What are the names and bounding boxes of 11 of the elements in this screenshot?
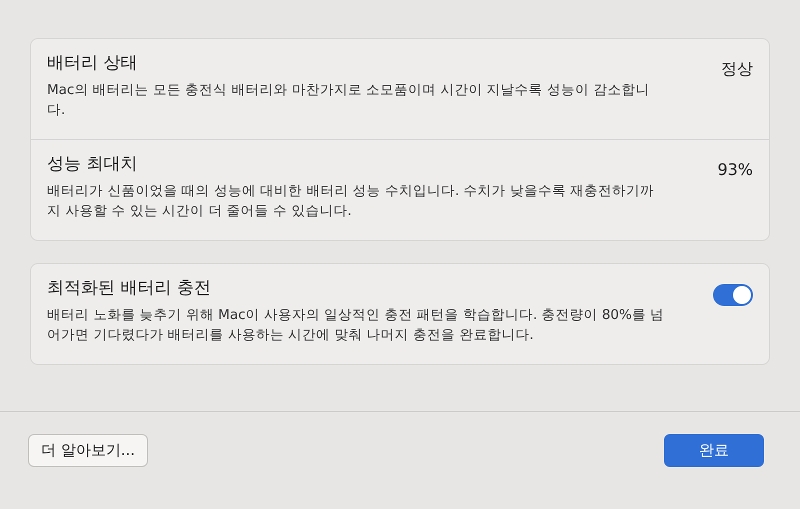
setting-value: 정상 <box>721 58 753 80</box>
learn-more-button[interactable]: 더 알아보기... <box>28 434 148 467</box>
setting-title: 성능 최대치 <box>47 153 138 175</box>
done-button[interactable]: 완료 <box>664 434 764 467</box>
toggle-switch[interactable] <box>713 284 753 306</box>
setting-value: 93% <box>717 159 753 179</box>
setting-description: 배터리 노화를 늦추기 위해 Mac이 사용자의 일상적인 충전 패턴을 학습합니다. 충전량이 80%를 넘어가면 기다렸다가 배터리를 사용하는 시간에 맞춰 나머지 충전을 완료합니다. <box>47 306 666 345</box>
setting-description: 배터리가 신품이었을 때의 성능에 대비한 배터리 성능 수치입니다. 수치가 낮을수록 재충전하기까지 사용할 수 있는 시간이 더 줄어들 수 있습니다. <box>47 182 656 221</box>
setting-title: 배터리 상태 <box>47 52 138 74</box>
setting-description: Mac의 배터리는 모든 충전식 배터리와 마찬가지로 소모품이며 시간이 지날수록 성능이 감소합니다. <box>47 81 650 120</box>
setting-title: 최적화된 배터리 충전 <box>47 277 212 299</box>
